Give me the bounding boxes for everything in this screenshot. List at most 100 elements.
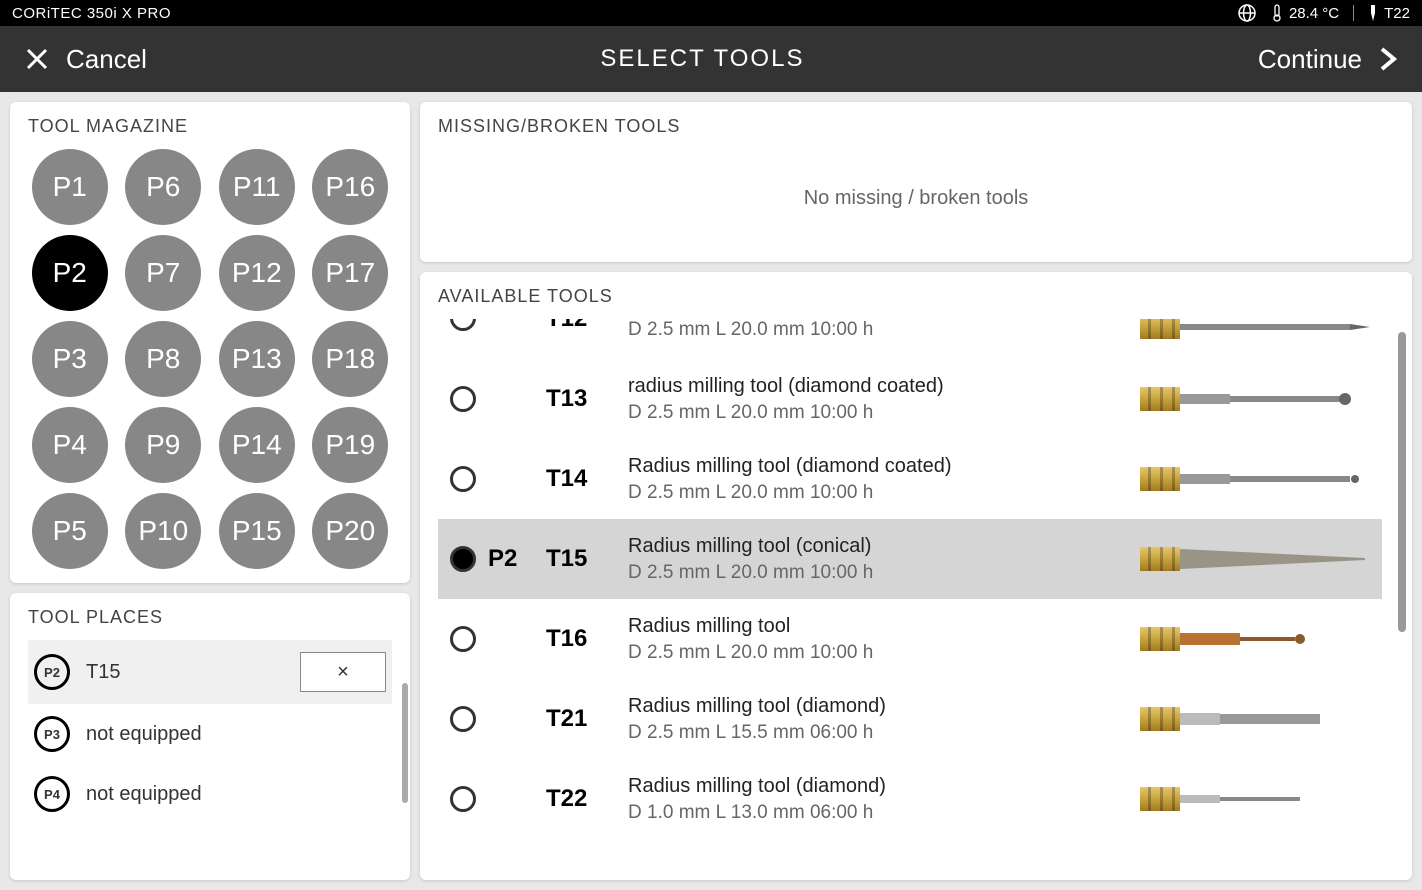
magazine-slot-p12[interactable]: P12: [219, 235, 295, 311]
available-scrollbar[interactable]: [1398, 332, 1406, 632]
continue-label: Continue: [1258, 44, 1362, 75]
magazine-grid: P1P6P11P16 P2P7P12P17 P3P8P13P18 P4P9P14P19…: [28, 149, 392, 569]
tool-radio[interactable]: [450, 466, 476, 492]
place-row-p2[interactable]: P2 T15 ×: [28, 640, 392, 704]
magazine-slot-p20[interactable]: P20: [312, 493, 388, 569]
tool-row-t14[interactable]: T14Radius milling tool (diamond coated)D…: [438, 439, 1382, 519]
tool-id: T14: [546, 465, 616, 493]
tool-image: [1140, 537, 1370, 581]
tools-list: T12D 2.5 mm L 20.0 mm 10:00 hT13radius m…: [438, 319, 1382, 839]
continue-button[interactable]: Continue: [1258, 44, 1398, 75]
tool-id: T15: [546, 545, 616, 573]
tool-description: radius milling tool (diamond coated) D 2.…: [628, 375, 1128, 424]
tool-radio[interactable]: [450, 626, 476, 652]
status-right: 28.4 °C T22: [1237, 3, 1410, 23]
tool-image: [1140, 377, 1370, 421]
magazine-slot-p8[interactable]: P8: [125, 321, 201, 397]
magazine-slot-p19[interactable]: P19: [312, 407, 388, 483]
tool-id: T22: [546, 785, 616, 813]
remove-place-button[interactable]: ×: [300, 652, 386, 692]
place-label: T15: [86, 661, 284, 684]
tool-radio[interactable]: [450, 386, 476, 412]
cancel-button[interactable]: Cancel: [24, 44, 147, 75]
tool-name: Radius milling tool (diamond): [628, 695, 1128, 718]
tool-name: Radius milling tool: [628, 615, 1128, 638]
tool-id: T12: [546, 319, 616, 333]
tool-name: radius milling tool (diamond coated): [628, 375, 1128, 398]
tool-image: [1140, 777, 1370, 821]
tool-radio[interactable]: [450, 706, 476, 732]
tool-id: T16: [546, 625, 616, 653]
tool-row-t15[interactable]: P2 T15 Radius milling tool (conical) D 2.5 …: [438, 519, 1382, 599]
tool-magazine-panel: TOOL MAGAZINE P1P6P11P16P2P7P12P17P3P8P1…: [10, 102, 410, 583]
place-row-p3[interactable]: P3 not equipped: [28, 704, 392, 764]
tool-position: P2: [488, 545, 534, 573]
tool-radio[interactable]: [450, 319, 476, 331]
magazine-slot-p4[interactable]: P4: [32, 407, 108, 483]
tool-places-panel: TOOL PLACES P2 T15 × P3 not equipped P4 not eq…: [10, 593, 410, 880]
tool-spec: D 2.5 mm L 20.0 mm 10:00 h: [628, 319, 1128, 341]
left-column: TOOL MAGAZINE P1P6P11P16P2P7P12P17P3P8P1…: [10, 102, 410, 880]
separator: [1353, 5, 1354, 21]
tool-row-t21[interactable]: T21 Radius milling tool (diamond) D 2.5 mm…: [438, 679, 1382, 759]
temperature-indicator: 28.4 °C: [1271, 4, 1339, 22]
title-bar: Cancel SELECT TOOLS Continue: [0, 26, 1422, 92]
tool-description: Radius milling tool (conical) D 2.5 mm L …: [628, 535, 1128, 584]
close-icon: [24, 46, 50, 72]
magazine-slot-p18[interactable]: P18: [312, 321, 388, 397]
tool-row-t22[interactable]: T22 Radius milling tool (diamond)D 1.0 mm…: [438, 759, 1382, 839]
tool-row-t13[interactable]: T13radius milling tool (diamond coated)D…: [438, 359, 1382, 439]
tool-spec: D 2.5 mm L 20.0 mm 10:00 h: [628, 402, 1128, 424]
tool-radio[interactable]: [450, 786, 476, 812]
magazine-slot-p16[interactable]: P16: [312, 149, 388, 225]
missing-tools-title: MISSING/BROKEN TOOLS: [438, 116, 1394, 137]
magazine-slot-p17[interactable]: P17: [312, 235, 388, 311]
tool-spec: D 2.5 mm L 20.0 mm 10:00 h: [628, 562, 1128, 584]
magazine-slot-p13[interactable]: P13: [219, 321, 295, 397]
magazine-slot-p7[interactable]: P7: [125, 235, 201, 311]
tool-row-t12[interactable]: T12 D 2.5 mm L 20.0 mm 10:00 h: [438, 319, 1382, 359]
tool-name: Radius milling tool (diamond coated): [628, 455, 1128, 478]
tool-magazine-title: TOOL MAGAZINE: [28, 116, 392, 137]
tool-id: T21: [546, 705, 616, 733]
page-title: SELECT TOOLS: [600, 45, 804, 73]
network-icon[interactable]: [1237, 3, 1257, 23]
place-row-p4[interactable]: P4 not equipped: [28, 764, 392, 824]
missing-tools-panel: MISSING/BROKEN TOOLS No missing / broken…: [420, 102, 1412, 262]
chevron-right-icon: [1378, 45, 1398, 73]
tool-indicator-value: T22: [1384, 5, 1410, 22]
magazine-slot-p3[interactable]: P3: [32, 321, 108, 397]
tool-description: Radius milling tool (diamond)D 1.0 mm L …: [628, 775, 1128, 824]
magazine-slot-p10[interactable]: P10: [125, 493, 201, 569]
tool-description: Radius milling tool (diamond) D 2.5 mm L …: [628, 695, 1128, 744]
missing-tools-message: No missing / broken tools: [438, 149, 1394, 248]
tool-spec: D 1.0 mm L 13.0 mm 06:00 h: [628, 802, 1128, 824]
tool-radio[interactable]: [450, 546, 476, 572]
tool-description: Radius milling toolD 2.5 mm L 20.0 mm 10…: [628, 615, 1128, 664]
magazine-slot-p15[interactable]: P15: [219, 493, 295, 569]
tool-places-title: TOOL PLACES: [28, 607, 392, 628]
main-area: TOOL MAGAZINE P1P6P11P16P2P7P12P17P3P8P1…: [0, 92, 1422, 890]
place-label: not equipped: [86, 723, 386, 746]
place-badge: P2: [34, 654, 70, 690]
tool-image: [1140, 697, 1370, 741]
magazine-slot-p2[interactable]: P2: [32, 235, 108, 311]
places-scrollbar[interactable]: [402, 683, 408, 803]
available-tools-panel: AVAILABLE TOOLS T12 D 2.5 mm L 20.0 mm 10…: [420, 272, 1412, 880]
places-list: P2 T15 × P3 not equipped P4 not equipped: [28, 640, 392, 824]
tool-row-t16[interactable]: T16 Radius milling toolD 2.5 mm L 20.0 mm…: [438, 599, 1382, 679]
available-tools-title: AVAILABLE TOOLS: [438, 286, 1382, 307]
magazine-slot-p11[interactable]: P11: [219, 149, 295, 225]
magazine-slot-p6[interactable]: P6: [125, 149, 201, 225]
place-badge: P4: [34, 776, 70, 812]
tool-spec: D 2.5 mm L 15.5 mm 06:00 h: [628, 722, 1128, 744]
magazine-slot-p5[interactable]: P5: [32, 493, 108, 569]
magazine-slot-p1[interactable]: P1: [32, 149, 108, 225]
tool-image: [1140, 617, 1370, 661]
tool-name: Radius milling tool (conical): [628, 535, 1128, 558]
place-badge: P3: [34, 716, 70, 752]
magazine-slot-p14[interactable]: P14: [219, 407, 295, 483]
tool-image: [1140, 457, 1370, 501]
place-label: not equipped: [86, 783, 386, 806]
magazine-slot-p9[interactable]: P9: [125, 407, 201, 483]
